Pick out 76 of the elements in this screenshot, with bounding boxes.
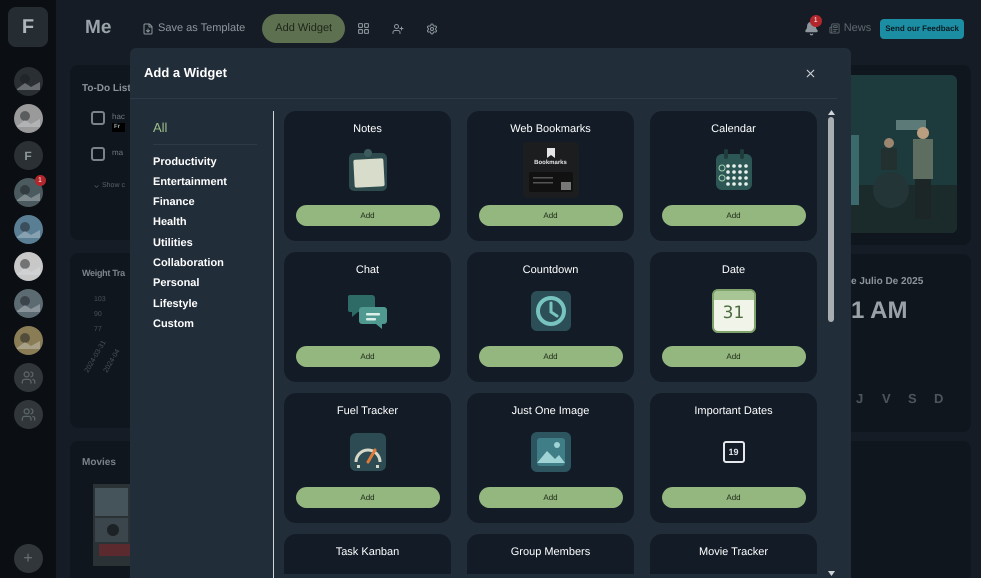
preview-content-drawing: [528, 172, 572, 192]
category-item[interactable]: Utilities: [153, 232, 257, 253]
settings-icon[interactable]: [426, 22, 438, 34]
add-button[interactable]: Add: [662, 205, 806, 226]
widget-title: Countdown: [522, 265, 578, 276]
weekday-label: V: [882, 390, 892, 408]
group-avatar[interactable]: [14, 400, 42, 429]
layout-icon[interactable]: [357, 22, 370, 35]
workspace-logo[interactable]: F: [14, 141, 42, 170]
widget-title: Date: [722, 265, 746, 276]
widget-title: Chat: [356, 265, 380, 276]
feedback-button[interactable]: Send our Feedback: [880, 18, 964, 38]
weekday-label: J: [856, 390, 864, 408]
app-logo[interactable]: F: [8, 7, 48, 47]
close-icon[interactable]: [804, 66, 817, 80]
widget-title: Calendar: [711, 124, 756, 135]
avatar[interactable]: [14, 252, 42, 281]
widget-title: Task Kanban: [336, 547, 400, 558]
card-title: Movies: [82, 456, 117, 470]
image-icon: [530, 431, 572, 473]
widget-title: Just One Image: [512, 406, 590, 417]
dialog-title: Add a Widget: [144, 64, 227, 82]
add-button[interactable]: Add: [662, 487, 806, 508]
checkbox[interactable]: [91, 147, 105, 161]
widget-title: Fuel Tracker: [336, 406, 398, 417]
weekday-label: D: [934, 390, 944, 408]
date-tile: 31: [712, 289, 756, 333]
category-item[interactable]: Finance: [153, 192, 257, 212]
widget-title: Movie Tracker: [698, 547, 768, 558]
add-button[interactable]: Add: [296, 346, 440, 367]
category-item[interactable]: Custom: [153, 314, 257, 334]
category-item[interactable]: Lifestyle: [153, 294, 257, 314]
save-icon: [142, 22, 154, 34]
category-item[interactable]: Personal: [153, 273, 257, 294]
avatar[interactable]: [14, 289, 42, 318]
add-button[interactable]: Add: [478, 205, 622, 226]
category-item[interactable]: All: [153, 118, 257, 144]
avatar[interactable]: [14, 104, 42, 133]
avatar[interactable]: [14, 326, 42, 355]
add-button[interactable]: Add: [662, 346, 806, 367]
group-avatar[interactable]: [14, 363, 42, 392]
category-item[interactable]: Productivity: [153, 152, 257, 172]
fuel-gauge-icon: [348, 432, 386, 472]
scrollbar[interactable]: [827, 110, 835, 578]
widget-title: Notes: [353, 124, 382, 135]
checkbox[interactable]: [91, 111, 105, 125]
add-button[interactable]: Add: [296, 205, 440, 226]
add-user-icon[interactable]: [392, 22, 404, 34]
widget-title: Group Members: [510, 547, 590, 558]
task-text: hac: [112, 111, 125, 123]
save-template-button[interactable]: Save as Template: [142, 20, 246, 37]
calendar-icon: [714, 148, 754, 192]
caret-icon: [93, 182, 100, 190]
calendar-day-icon: 19: [722, 441, 744, 463]
avatar[interactable]: [14, 215, 42, 244]
avatar[interactable]: [14, 178, 42, 207]
weekday-label: S: [908, 390, 918, 408]
bookmark-icon: [546, 148, 554, 158]
note-icon: [346, 147, 388, 193]
add-button[interactable]: Add: [478, 487, 622, 508]
task-text: ma: [112, 147, 124, 159]
scroll-down-icon[interactable]: [828, 571, 834, 576]
category-item[interactable]: Collaboration: [153, 252, 257, 274]
time-text: 1 AM: [851, 299, 908, 323]
scroll-up-icon[interactable]: [828, 110, 834, 115]
widget-title: Important Dates: [694, 406, 773, 417]
add-button[interactable]: Add: [296, 487, 440, 508]
category-item[interactable]: Health: [153, 212, 257, 233]
category-item[interactable]: Entertainment: [153, 172, 257, 192]
add-button[interactable]: Add: [478, 346, 622, 367]
timer-icon: [530, 290, 572, 332]
page-title: Me: [85, 16, 112, 40]
newspaper-icon: [828, 23, 840, 34]
card-title: Weight Tra: [82, 267, 126, 280]
date-text: e Julio De 2025: [851, 275, 924, 289]
widget-title: Web Bookmarks: [510, 124, 591, 135]
